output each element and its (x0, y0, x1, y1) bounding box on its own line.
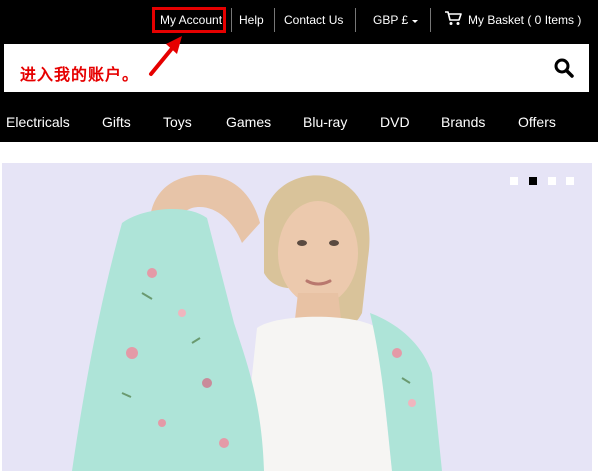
carousel-dot[interactable] (548, 177, 556, 185)
nav-item-games[interactable]: Games (226, 94, 271, 142)
divider (231, 8, 232, 32)
currency-selector[interactable]: GBP £ (373, 0, 419, 43)
basket-link[interactable]: My Basket ( 0 Items ) (468, 0, 581, 43)
divider (430, 8, 431, 32)
divider (274, 8, 275, 32)
currency-label: GBP £ (373, 13, 409, 27)
help-link[interactable]: Help (239, 0, 264, 43)
nav-item-gifts[interactable]: Gifts (102, 94, 131, 142)
chevron-down-icon (412, 20, 419, 23)
arrow-annotation-icon (149, 36, 182, 76)
divider (355, 8, 356, 32)
nav-item-electricals[interactable]: Electricals (6, 94, 70, 142)
carousel-dot-active[interactable] (529, 177, 537, 185)
cart-icon[interactable] (444, 10, 462, 30)
contact-us-link[interactable]: Contact Us (284, 0, 343, 43)
nav-item-dvd[interactable]: DVD (380, 94, 410, 142)
top-utility-bar: My Account Help Contact Us GBP £ My Bask… (0, 0, 598, 43)
my-account-highlight (152, 7, 226, 33)
nav-item-brands[interactable]: Brands (441, 94, 485, 142)
hero-image (72, 174, 442, 471)
search-icon[interactable] (553, 57, 575, 79)
carousel-dot[interactable] (566, 177, 574, 185)
carousel-dot[interactable] (510, 177, 518, 185)
hero-banner[interactable] (2, 163, 592, 471)
nav-item-blu-ray[interactable]: Blu-ray (303, 94, 347, 142)
nav-item-toys[interactable]: Toys (163, 94, 192, 142)
instruction-annotation: 进入我的账户。 (20, 65, 140, 84)
nav-item-offers[interactable]: Offers (518, 94, 556, 142)
category-nav: Electricals Gifts Toys Games Blu-ray DVD… (0, 94, 598, 142)
